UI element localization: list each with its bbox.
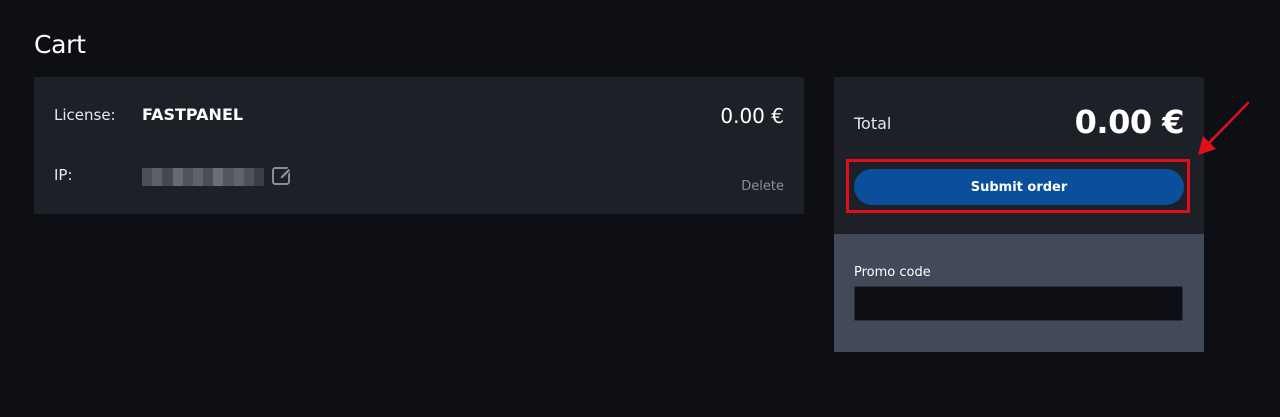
annotation-arrow-icon (1198, 101, 1250, 155)
ip-value-redacted (142, 168, 265, 186)
license-value: FASTPANEL (142, 105, 244, 124)
promo-code-input[interactable] (854, 286, 1183, 321)
license-label: License: (54, 106, 116, 124)
promo-code-label: Promo code (854, 265, 931, 280)
edit-icon[interactable] (271, 165, 293, 187)
item-price: 0.00 € (720, 104, 784, 128)
ip-label: IP: (54, 166, 73, 184)
delete-link[interactable]: Delete (741, 179, 784, 194)
total-label: Total (854, 114, 892, 133)
promo-code-panel: Promo code (834, 234, 1204, 352)
submit-order-button[interactable]: Submit order (854, 169, 1184, 205)
cart-item-card: License: FASTPANEL 0.00 € IP: Delete (34, 77, 804, 214)
total-value: 0.00 € (1074, 103, 1185, 141)
page-title: Cart (34, 30, 86, 59)
